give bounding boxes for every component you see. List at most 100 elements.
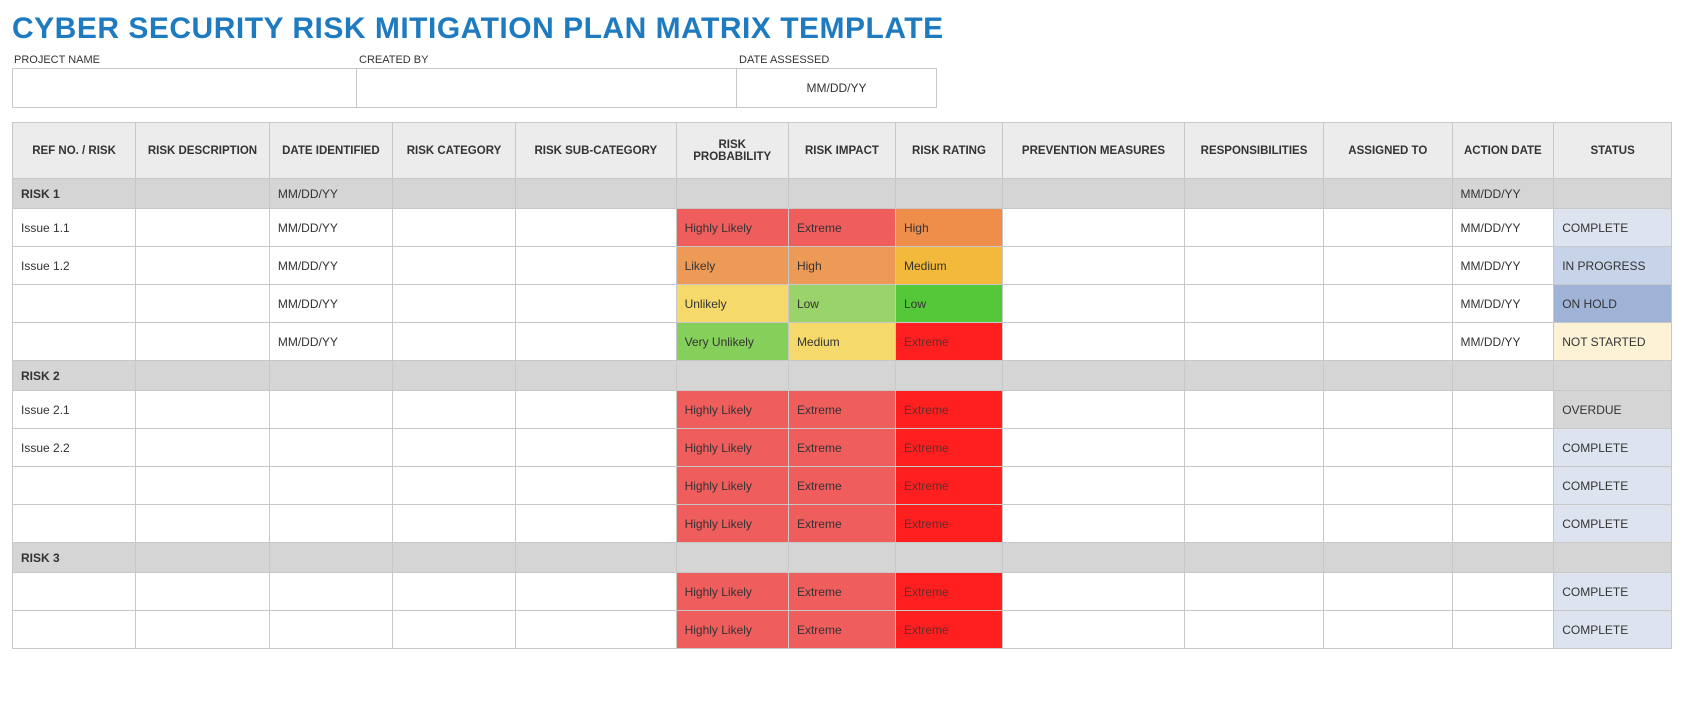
cell-impact[interactable]: Medium [788,323,895,361]
cell-desc[interactable] [136,429,270,467]
cell-assign[interactable] [1324,505,1452,543]
cell-prob[interactable]: Highly Likely [676,573,788,611]
cell-cat[interactable] [392,391,515,429]
cell-resp[interactable] [1184,391,1323,429]
cell-action[interactable] [1452,573,1554,611]
cell-subcat[interactable] [516,467,677,505]
cell-cat[interactable] [392,247,515,285]
cell-subcat[interactable] [516,391,677,429]
cell-rating[interactable]: Extreme [895,429,1002,467]
cell-action[interactable] [1452,467,1554,505]
cell-dateid[interactable] [269,467,392,505]
cell-subcat[interactable] [516,247,677,285]
cell-cat[interactable] [392,611,515,649]
cell-rating[interactable]: Extreme [895,611,1002,649]
cell-action[interactable] [1452,429,1554,467]
cell-prob[interactable]: Highly Likely [676,209,788,247]
cell-impact[interactable]: Extreme [788,505,895,543]
cell-desc[interactable] [136,467,270,505]
cell-subcat[interactable] [516,209,677,247]
cell-dateid[interactable]: MM/DD/YY [269,285,392,323]
cell-prob[interactable]: Highly Likely [676,611,788,649]
cell-impact[interactable]: Extreme [788,429,895,467]
cell-impact[interactable]: Extreme [788,391,895,429]
cell-rating[interactable]: Extreme [895,323,1002,361]
cell-action[interactable] [1452,611,1554,649]
cell-action[interactable] [1452,505,1554,543]
cell-rating[interactable]: Medium [895,247,1002,285]
cell-impact[interactable]: High [788,247,895,285]
cell-resp[interactable] [1184,505,1323,543]
cell-resp[interactable] [1184,573,1323,611]
cell-dateid[interactable] [269,391,392,429]
cell-rating[interactable]: High [895,209,1002,247]
cell-subcat[interactable] [516,573,677,611]
cell-subcat[interactable] [516,285,677,323]
cell-prob[interactable]: Unlikely [676,285,788,323]
cell-prev[interactable] [1003,285,1185,323]
cell-assign[interactable] [1324,391,1452,429]
cell-cat[interactable] [392,505,515,543]
cell-impact[interactable]: Extreme [788,209,895,247]
cell-impact[interactable]: Extreme [788,467,895,505]
cell-prev[interactable] [1003,467,1185,505]
cell-desc[interactable] [136,391,270,429]
cell-rating[interactable]: Extreme [895,391,1002,429]
cell-resp[interactable] [1184,611,1323,649]
cell-cat[interactable] [392,209,515,247]
cell-subcat[interactable] [516,611,677,649]
cell-dateid[interactable] [269,505,392,543]
cell-prob[interactable]: Highly Likely [676,391,788,429]
cell-status[interactable]: OVERDUE [1554,391,1672,429]
cell-dateid[interactable] [269,573,392,611]
cell-cat[interactable] [392,573,515,611]
cell-impact[interactable]: Low [788,285,895,323]
cell-prob[interactable]: Highly Likely [676,429,788,467]
cell-resp[interactable] [1184,429,1323,467]
cell-subcat[interactable] [516,505,677,543]
cell-desc[interactable] [136,573,270,611]
cell-status[interactable]: COMPLETE [1554,505,1672,543]
cell-assign[interactable] [1324,611,1452,649]
cell-assign[interactable] [1324,573,1452,611]
cell-rating[interactable]: Extreme [895,573,1002,611]
cell-cat[interactable] [392,285,515,323]
cell-status[interactable]: COMPLETE [1554,209,1672,247]
cell-action[interactable]: MM/DD/YY [1452,323,1554,361]
cell-resp[interactable] [1184,467,1323,505]
cell-prev[interactable] [1003,391,1185,429]
cell-subcat[interactable] [516,323,677,361]
cell-subcat[interactable] [516,429,677,467]
cell-desc[interactable] [136,247,270,285]
cell-prev[interactable] [1003,573,1185,611]
cell-rating[interactable]: Low [895,285,1002,323]
cell-assign[interactable] [1324,429,1452,467]
cell-dateid[interactable]: MM/DD/YY [269,247,392,285]
project-name-input[interactable] [12,68,357,108]
cell-desc[interactable] [136,611,270,649]
cell-assign[interactable] [1324,209,1452,247]
cell-prev[interactable] [1003,505,1185,543]
cell-desc[interactable] [136,505,270,543]
date-assessed-input[interactable]: MM/DD/YY [737,68,937,108]
cell-action[interactable]: MM/DD/YY [1452,209,1554,247]
cell-prev[interactable] [1003,429,1185,467]
cell-resp[interactable] [1184,285,1323,323]
cell-prob[interactable]: Highly Likely [676,505,788,543]
cell-impact[interactable]: Extreme [788,611,895,649]
cell-status[interactable]: IN PROGRESS [1554,247,1672,285]
cell-impact[interactable]: Extreme [788,573,895,611]
cell-status[interactable]: COMPLETE [1554,467,1672,505]
cell-status[interactable]: NOT STARTED [1554,323,1672,361]
created-by-input[interactable] [357,68,737,108]
cell-cat[interactable] [392,467,515,505]
cell-status[interactable]: COMPLETE [1554,611,1672,649]
cell-resp[interactable] [1184,209,1323,247]
cell-assign[interactable] [1324,323,1452,361]
cell-action[interactable]: MM/DD/YY [1452,247,1554,285]
cell-resp[interactable] [1184,323,1323,361]
cell-assign[interactable] [1324,467,1452,505]
cell-prev[interactable] [1003,247,1185,285]
cell-dateid[interactable]: MM/DD/YY [269,323,392,361]
cell-rating[interactable]: Extreme [895,467,1002,505]
